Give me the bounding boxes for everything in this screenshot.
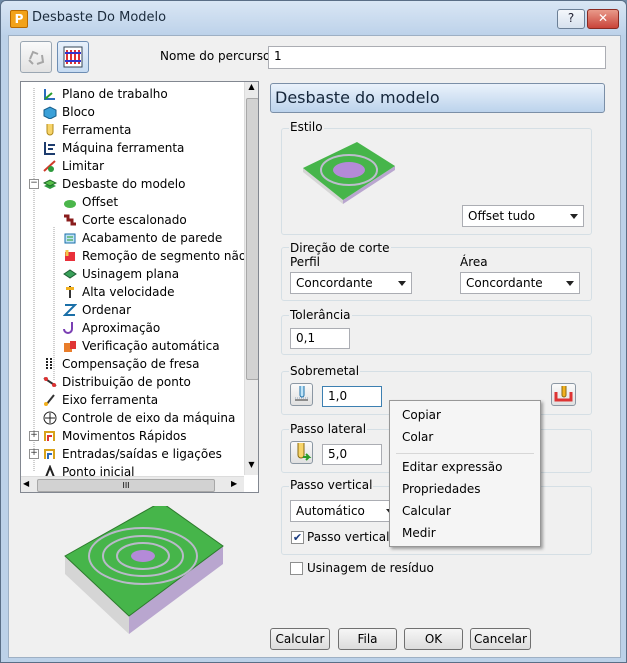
profile-select[interactable]: Concordante	[290, 272, 412, 294]
toolpath-name-label: Nome do percurso	[160, 49, 271, 63]
settings-tree[interactable]: Plano de trabalho Bloco Ferramenta Máqui…	[20, 81, 259, 493]
flat-machining-icon	[63, 269, 77, 279]
block-icon	[43, 106, 57, 119]
tool-axis-icon	[44, 394, 55, 406]
cancel-button[interactable]: Cancelar	[470, 628, 531, 650]
rapid-moves-icon	[44, 431, 55, 441]
title-bar[interactable]: P Desbaste Do Modelo ? ✕	[1, 1, 626, 35]
chevron-down-icon	[398, 281, 406, 286]
tree-vscroll-thumb[interactable]	[246, 98, 258, 380]
style-select[interactable]: Offset tudo	[462, 205, 584, 227]
scroll-down-arrow-icon[interactable]: ▼	[247, 460, 256, 474]
model-preview-image	[64, 506, 224, 634]
toolpath-pattern-icon	[63, 46, 83, 68]
stepover-tool-button[interactable]	[290, 441, 313, 464]
cutter-compensation-icon	[46, 358, 52, 370]
stock-input[interactable]: 1,0	[322, 386, 382, 407]
dialog-client: Nome do percurso 1 Plano de trabalho Blo…	[8, 35, 621, 658]
segment-removal-icon	[65, 250, 75, 261]
area-label: Área	[460, 255, 488, 269]
menu-item-edit-expression[interactable]: Editar expressão	[402, 460, 502, 474]
approach-icon	[63, 322, 73, 334]
app-icon: P	[10, 10, 28, 28]
scroll-left-arrow-icon[interactable]: ◀	[23, 479, 29, 488]
recycle-icon	[28, 50, 45, 65]
cut-direction-label: Direção de corte	[289, 241, 391, 255]
menu-item-copy[interactable]: Copiar	[402, 408, 441, 422]
workplane-icon	[44, 89, 55, 100]
toolpath-preview-button[interactable]	[57, 41, 89, 73]
tree-expand-toggle-leads[interactable]: +	[29, 449, 39, 459]
ok-button[interactable]: OK	[404, 628, 463, 650]
component-stock-button[interactable]	[551, 383, 576, 406]
model-rough-icon	[43, 179, 57, 189]
scroll-up-arrow-icon[interactable]: ▲	[247, 82, 256, 96]
high-speed-icon	[66, 286, 74, 298]
menu-item-paste[interactable]: Colar	[402, 430, 433, 444]
style-label: Estilo	[289, 120, 324, 134]
recycle-button[interactable]	[20, 41, 52, 73]
dialog-window: P Desbaste Do Modelo ? ✕ Nome do percurs…	[0, 0, 627, 663]
stepdown-label: Passo vertical	[289, 478, 374, 492]
menu-item-calculate[interactable]: Calcular	[402, 504, 451, 518]
tolerance-input[interactable]: 0,1	[290, 328, 350, 349]
tool-icon	[46, 124, 54, 136]
rest-machining-checkbox[interactable]	[290, 562, 303, 575]
window-title: Desbaste Do Modelo	[32, 10, 167, 25]
area-select[interactable]: Concordante	[460, 272, 580, 294]
leads-links-icon	[44, 449, 55, 459]
machine-axis-control-icon	[43, 411, 57, 425]
queue-button[interactable]: Fila	[338, 628, 397, 650]
stock-options-button[interactable]	[290, 383, 313, 406]
stepdown-checkbox[interactable]: ✔	[291, 531, 304, 544]
chevron-down-icon	[566, 281, 574, 286]
component-stock-icon	[554, 386, 573, 402]
context-menu: Copiar Colar Editar expressão Propriedad…	[389, 400, 541, 547]
point-distribution-icon	[43, 377, 57, 387]
tree-vertical-scrollbar[interactable]: ▲ ▼	[244, 82, 258, 475]
toolpath-name-input[interactable]: 1	[268, 46, 606, 69]
panel-title: Desbaste do modelo	[270, 83, 605, 113]
menu-separator	[396, 453, 534, 454]
tree-collapse-toggle[interactable]: −	[29, 179, 39, 189]
profile-label: Perfil	[290, 255, 321, 269]
order-icon	[63, 304, 77, 316]
stepover-input[interactable]: 5,0	[322, 444, 382, 465]
limit-icon	[43, 160, 56, 172]
style-preview-image	[303, 142, 395, 204]
machine-tool-icon	[44, 142, 55, 155]
rest-machining-label: Usinagem de resíduo	[307, 561, 434, 575]
menu-item-measure[interactable]: Medir	[402, 526, 436, 540]
close-button[interactable]: ✕	[587, 9, 619, 29]
scroll-right-arrow-icon[interactable]: ▶	[231, 479, 237, 488]
chevron-down-icon	[570, 214, 578, 219]
step-cut-icon	[64, 214, 76, 226]
stock-label: Sobremetal	[289, 364, 361, 378]
tree-hscroll-thumb[interactable]: III	[37, 479, 215, 492]
tree-expand-toggle-rapid[interactable]: +	[29, 431, 39, 441]
tool-diameter-icon	[297, 443, 312, 461]
stepover-label: Passo lateral	[289, 422, 368, 436]
stepdown-checkbox-label: Passo vertical	[307, 530, 390, 544]
tolerance-label: Tolerância	[289, 308, 352, 322]
help-button[interactable]: ?	[557, 9, 585, 29]
auto-verification-icon	[64, 341, 76, 352]
stock-icon	[295, 386, 308, 401]
wall-finish-icon	[64, 233, 76, 244]
stepdown-select[interactable]: Automático	[290, 500, 400, 522]
calculate-button[interactable]: Calcular	[270, 628, 330, 650]
menu-item-properties[interactable]: Propriedades	[402, 482, 481, 496]
offset-icon	[64, 200, 76, 208]
tree-horizontal-scrollbar[interactable]: ◀ III ▶	[21, 476, 244, 492]
